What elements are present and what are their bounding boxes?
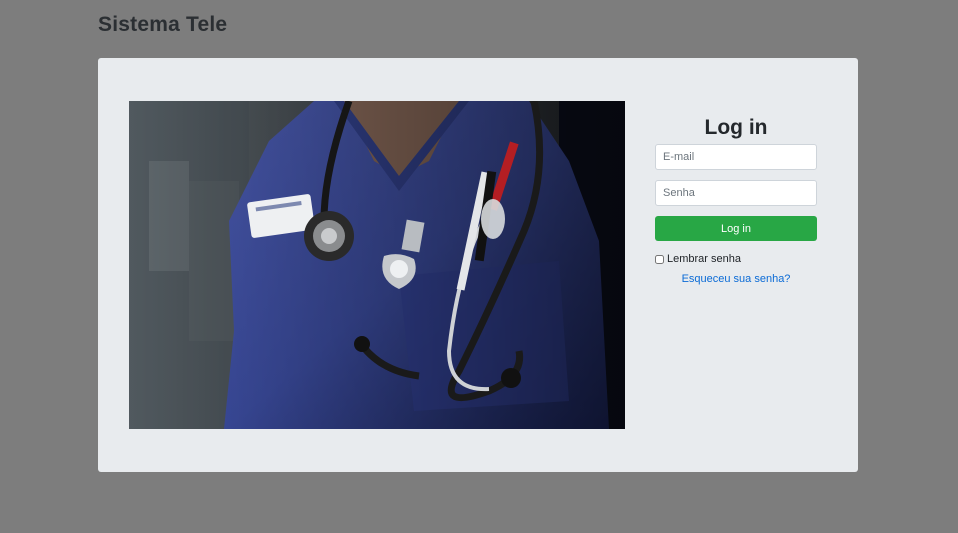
login-form: Log in Log in Lembrar senha Esqueceu sua… [655,116,817,285]
remember-label: Lembrar senha [667,253,741,265]
password-field[interactable] [655,180,817,206]
remember-me[interactable]: Lembrar senha [655,253,817,265]
app-title: Sistema Tele [98,13,228,36]
login-title: Log in [704,116,768,139]
login-button[interactable]: Log in [655,216,817,241]
email-field[interactable] [655,144,817,170]
hero-image [129,101,625,429]
login-card: Log in Log in Lembrar senha Esqueceu sua… [98,58,858,472]
remember-checkbox[interactable] [655,254,664,264]
forgot-password-link[interactable]: Esqueceu sua senha? [655,273,817,285]
